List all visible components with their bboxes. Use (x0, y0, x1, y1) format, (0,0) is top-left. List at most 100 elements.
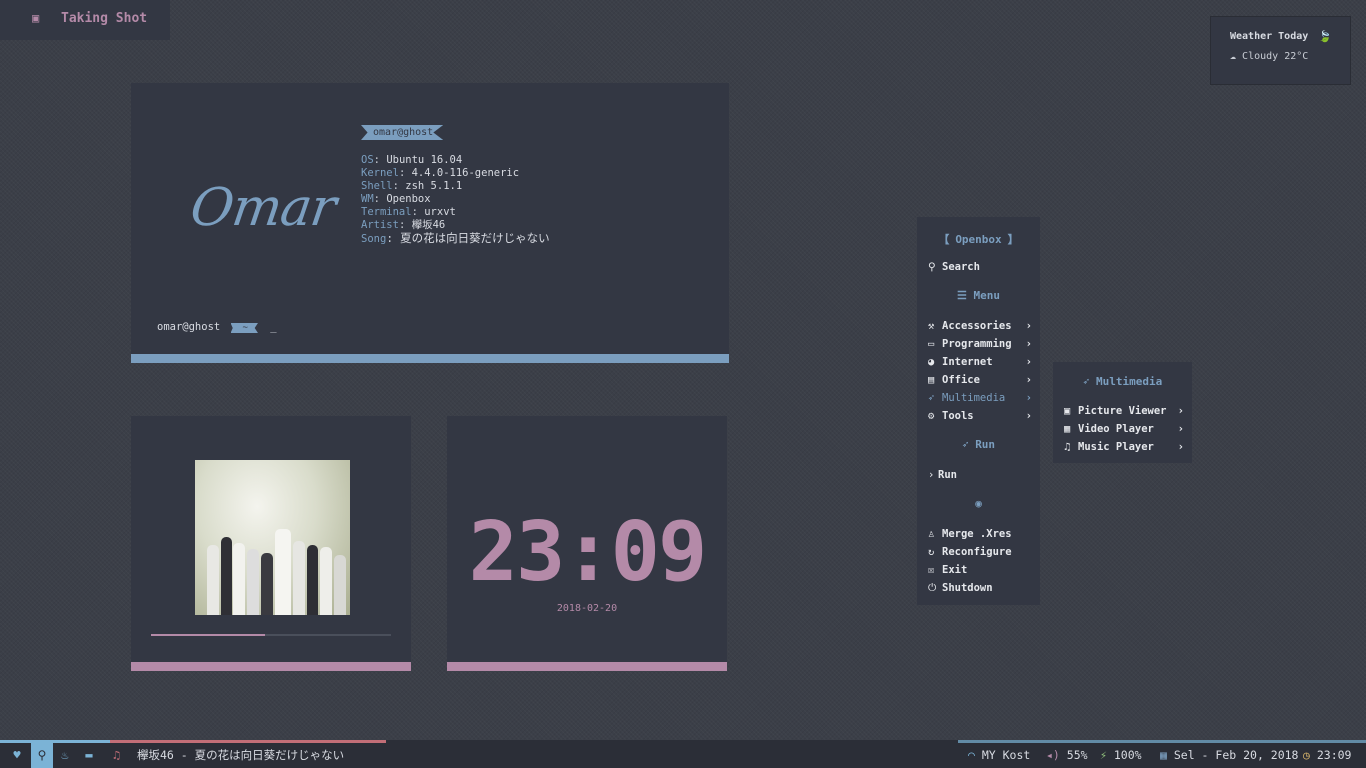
menu-header-menu: ☰ Menu (957, 289, 1000, 302)
clock-icon: ◷ (1303, 748, 1317, 762)
folder-icon[interactable]: ▬ (78, 743, 100, 768)
battery-status[interactable]: ⚡ 100% (1100, 743, 1142, 768)
document-icon: ▤ (928, 374, 935, 386)
info-shell: Shell: zsh 5.1.1 (361, 180, 463, 192)
menu-header-run: ➶ Run (961, 438, 996, 451)
camera-icon: ▣ (32, 11, 40, 25)
date-status[interactable]: ▦ Sel - Feb 20, 2018 (1160, 743, 1298, 768)
chevron-right-icon: › (1025, 392, 1032, 404)
weather-widget: Weather Today 🍃 ☁ Cloudy 22°C (1210, 16, 1351, 85)
film-icon: ▦ (1064, 423, 1071, 435)
chevron-right-icon: › (1025, 374, 1032, 386)
power-icon: ⏻ (928, 582, 937, 594)
wifi-icon: ◠ (968, 748, 982, 762)
calendar-icon: ▦ (1160, 748, 1174, 762)
now-playing[interactable]: 欅坂46 - 夏の花は向日葵だけじゃない (137, 743, 344, 768)
target-icon: ◉ (975, 497, 982, 510)
menu-item-run[interactable]: › Run (928, 467, 1032, 483)
list-icon: ☰ (957, 289, 974, 302)
screenshot-label: Taking Shot (61, 11, 148, 26)
system-info: omar@ghost OS: Ubuntu 16.04 Kernel: 4.4.… (361, 125, 550, 246)
chevron-right-icon: › (1025, 338, 1032, 350)
submenu-title: ➶ Multimedia (1082, 375, 1163, 388)
menu-header-system: ◉ (917, 497, 1040, 510)
clock-date: 2018-02-20 (556, 603, 618, 614)
submenu-item-music-player[interactable]: ♫ Music Player › (1064, 439, 1184, 455)
prompt-dir-tag: ~ (230, 323, 258, 333)
menu-item-tools[interactable]: ⚙ Tools › (928, 408, 1032, 424)
cursor: _ (270, 321, 277, 333)
refresh-icon: ↻ (928, 546, 935, 558)
album-cover (195, 460, 350, 615)
music-accent-bar (131, 662, 411, 671)
submenu-item-video-player[interactable]: ▦ Video Player › (1064, 421, 1184, 437)
menu-item-office[interactable]: ▤ Office › (928, 372, 1032, 388)
chevron-right-icon: › (1177, 405, 1184, 417)
time-status[interactable]: ◷ 23:09 (1303, 743, 1351, 768)
close-box-icon: ☒ (928, 564, 935, 576)
info-kernel: Kernel: 4.4.0-116-generic (361, 167, 520, 179)
search-icon: ⚲ (928, 261, 936, 273)
info-os: OS: Ubuntu 16.04 (361, 154, 463, 166)
fire-icon[interactable]: ♨ (54, 743, 76, 768)
info-terminal: Terminal: urxvt (361, 206, 456, 218)
menu-item-reconfigure[interactable]: ↻ Reconfigure (928, 544, 1032, 560)
wifi-status[interactable]: ◠ MY Kost (968, 743, 1030, 768)
chevron-right-icon: › (1025, 320, 1032, 332)
chevron-right-icon: › (1177, 441, 1184, 453)
linux-icon: ♙ (928, 528, 935, 540)
logo-text: Omar (186, 178, 340, 238)
info-wm: WM: Openbox (361, 193, 431, 205)
plug-icon: ⚡ (1100, 748, 1114, 762)
menu-item-accessories[interactable]: ⚒ Accessories › (928, 318, 1032, 334)
terminal-icon: ▭ (928, 338, 935, 350)
wand-icon: ⚒ (928, 320, 935, 332)
music-progress-fill (151, 634, 265, 636)
prompt-user: omar@ghost (157, 321, 221, 333)
clock-accent-bar (447, 662, 727, 671)
user-host-tag: omar@ghost (361, 125, 444, 140)
terminal-accent-bar (131, 354, 729, 363)
weather-condition: ☁ Cloudy 22°C (1230, 51, 1308, 62)
rocket-icon: ➶ (961, 438, 976, 451)
rocket-icon: ➶ (928, 392, 935, 404)
menu-item-merge-xres[interactable]: ♙ Merge .Xres (928, 526, 1032, 542)
multimedia-submenu: ➶ Multimedia ▣ Picture Viewer › ▦ Video Pla… (1053, 362, 1192, 463)
clock-widget: 23:09 2018-02-20 (447, 416, 727, 671)
menu-item-internet[interactable]: ◕ Internet › (928, 354, 1032, 370)
chevron-right-icon: › (1177, 423, 1184, 435)
menu-item-search[interactable]: ⚲ Search (928, 259, 1032, 275)
submenu-item-picture-viewer[interactable]: ▣ Picture Viewer › (1064, 403, 1184, 419)
volume-icon: ◂) (1046, 748, 1067, 762)
info-song: Song: 夏の花は向日葵だけじゃない (361, 231, 550, 246)
menu-item-multimedia[interactable]: ➶ Multimedia › (928, 390, 1032, 406)
cloud-icon: ☁ (1230, 51, 1243, 62)
chevron-right-icon: › (1025, 356, 1032, 368)
chevron-right-icon: › (928, 469, 935, 481)
music-progress-bar[interactable] (151, 634, 391, 636)
weather-title: Weather Today (1230, 31, 1309, 42)
chevron-right-icon: › (1025, 410, 1032, 422)
rocket-icon: ➶ (1082, 375, 1096, 388)
clock-time: 23:09 (468, 505, 708, 600)
music-note-icon: ♫ (113, 748, 120, 762)
leaf-icon: 🍃 (1318, 30, 1332, 43)
cogs-icon: ⚙ (928, 410, 935, 422)
globe-icon: ◕ (928, 356, 935, 368)
menu-title: 【Openbox】 (938, 233, 1019, 246)
menu-item-exit[interactable]: ☒ Exit (928, 562, 1032, 578)
menu-item-shutdown[interactable]: ⏻ Shutdown (928, 580, 1032, 596)
terminal-window[interactable]: Omar omar@ghost OS: Ubuntu 16.04 Kernel:… (131, 83, 729, 363)
shell-prompt[interactable]: omar@ghost ~ _ (157, 321, 277, 333)
menu-item-programming[interactable]: ▭ Programming › (928, 336, 1032, 352)
heartbeat-icon[interactable]: ♥ (6, 743, 28, 768)
openbox-menu: 【Openbox】 ⚲ Search ☰ Menu ⚒ Accessories › ▭… (917, 217, 1040, 605)
volume-status[interactable]: ◂) 55% (1046, 743, 1088, 768)
status-bar: ♥ ⚲ ♨ ▬ ♫ 欅坂46 - 夏の花は向日葵だけじゃない ◠ MY Kost… (0, 740, 1366, 768)
workspace-active-icon[interactable]: ⚲ (31, 743, 53, 768)
screenshot-notification: ▣ Taking Shot (0, 0, 170, 40)
picture-icon: ▣ (1064, 405, 1071, 417)
weather-condition-text: Cloudy 22°C (1242, 51, 1309, 62)
music-icon: ♫ (1064, 441, 1071, 453)
music-widget (131, 416, 411, 671)
